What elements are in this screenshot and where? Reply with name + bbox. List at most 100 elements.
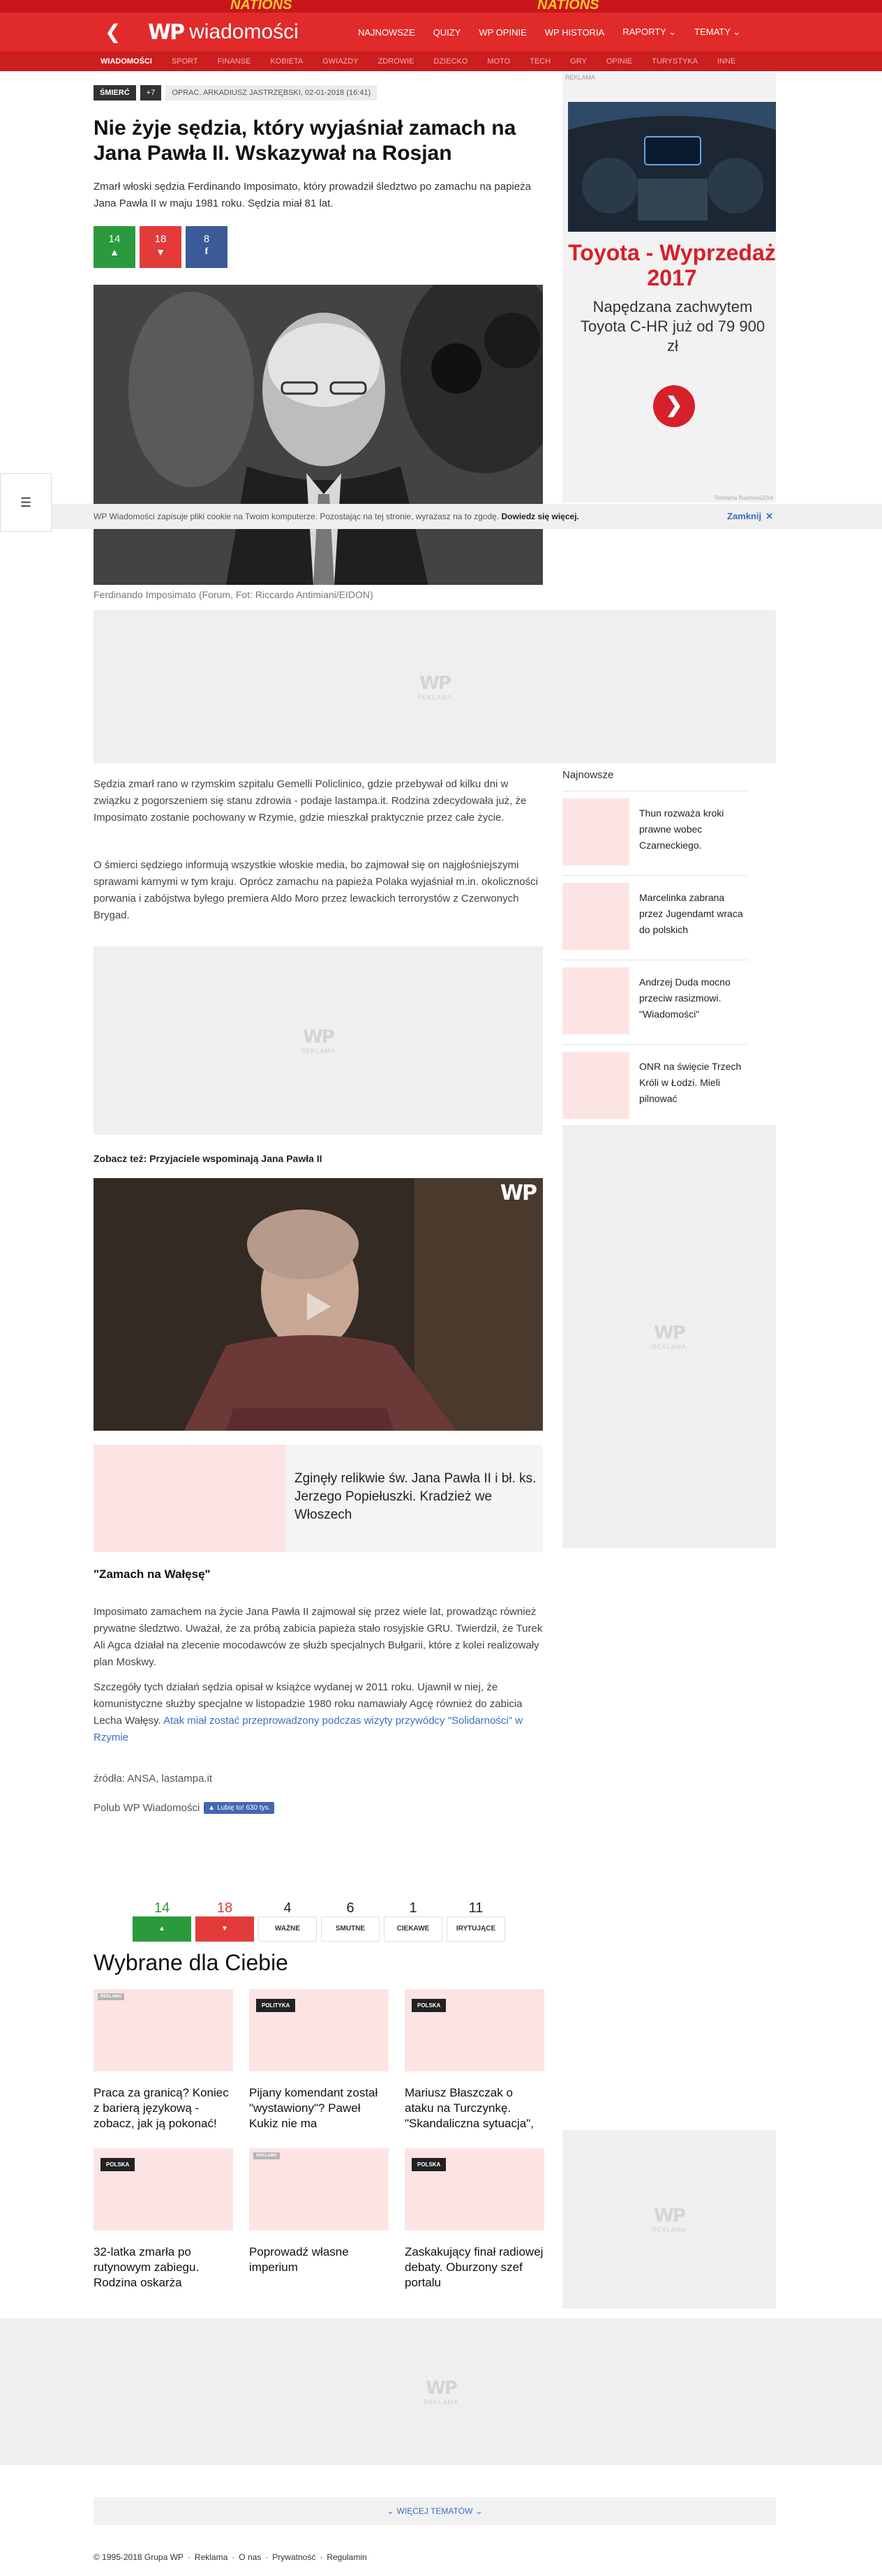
reaction-label: SMUTNE (321, 1916, 380, 1942)
nav-link-quizy[interactable]: QUIZY (424, 27, 470, 38)
footer-link-reklama[interactable]: Reklama (195, 2552, 227, 2562)
ad-footnote: Reklama Business2Dot (715, 495, 773, 501)
more-tags-badge[interactable]: +7 (140, 85, 162, 100)
logo-mark: WP (148, 20, 185, 45)
wp-logo-icon: WP (654, 2205, 686, 2226)
category-wiadomosci[interactable]: WIADOMOŚCI (91, 57, 162, 66)
site-logo[interactable]: WP wiadomości (148, 18, 299, 46)
reaction-count: 11 (468, 1900, 484, 1916)
nav-link-tematy[interactable]: TEMATY ⌄ (685, 27, 749, 38)
category-zdrowie[interactable]: ZDROWIE (368, 57, 424, 66)
ad-label: REKLAMA (565, 74, 596, 81)
more-topics-button[interactable]: ⌄ WIĘCEJ TEMATÓW ⌄ (94, 2497, 776, 2525)
cookie-learn-more-link[interactable]: Dowiedz się więcej. (502, 512, 579, 521)
cookie-close-button[interactable]: Zamknij ✕ (727, 511, 773, 522)
recommended-item[interactable]: POLSKA Zaskakujący finał radiowej debaty.… (405, 2148, 544, 2291)
category-gwiazdy[interactable]: GWIAZDY (313, 57, 368, 66)
category-kobieta[interactable]: KOBIETA (260, 57, 313, 66)
category-sport[interactable]: SPORT (162, 57, 208, 66)
category-tag[interactable]: ŚMIERĆ (94, 85, 136, 100)
recommended-item[interactable]: POLSKA Mariusz Błaszczak o ataku na Turcz… (405, 1989, 544, 2131)
news-title: Andrzej Duda mocno przeciw rasizmowi. "W… (639, 976, 731, 1020)
recommended-title: Poprowadź własne imperium (249, 2245, 349, 2274)
recommended-item[interactable]: REKLAMA Poprowadź własne imperium (249, 2148, 389, 2291)
reaction-ciekawe[interactable]: 1 CIEKAWE (384, 1900, 442, 1942)
thumbs-up-icon: ▲ (133, 1916, 191, 1942)
recommended-thumbnail: REKLAMA (249, 2148, 389, 2231)
category-dziecko[interactable]: DZIECKO (424, 57, 478, 66)
reaction-down[interactable]: 18 ▼ (195, 1900, 254, 1942)
sidebar-news-item[interactable]: Marcelinka zabrana przez Jugendamt wraca… (562, 883, 748, 950)
related-article-card[interactable]: Zginęły relikwie św. Jana Pawła II i bł.… (94, 1445, 543, 1552)
category-inne[interactable]: INNE (708, 57, 745, 66)
thumbs-down-icon: ▼ (156, 246, 165, 258)
wp-logo-icon: WP (654, 1323, 686, 1343)
footer-link-o-nas[interactable]: O nas (239, 2552, 261, 2562)
logo-text: wiadomości (189, 20, 299, 43)
category-moto[interactable]: MOTO (477, 57, 520, 66)
photo-caption: Ferdinando Imposimato (Forum, Fot: Ricca… (94, 589, 373, 600)
recommended-title: 32-latka zmarła po rutynowym zabiegu. Ro… (94, 2245, 200, 2289)
vote-down-count: 18 (154, 233, 167, 245)
see-also-heading: Zobacz też: Przyjaciele wspominają Jana … (94, 1153, 322, 1164)
news-title: Marcelinka zabrana przez Jugendamt wraca… (639, 892, 743, 935)
section-heading: "Zamach na Wałęsę" (94, 1568, 211, 1581)
cookie-text: WP Wiadomości zapisuje pliki cookie na T… (94, 512, 579, 521)
category-turystyka[interactable]: TURYSTYKA (642, 57, 708, 66)
article-main-photo (94, 285, 543, 585)
vote-up-count: 14 (108, 233, 121, 245)
reaction-wazne[interactable]: 4 WAŻNE (258, 1900, 317, 1942)
ad-label: REKLAMA (300, 1048, 336, 1055)
footer-link-regulamin[interactable]: Regulamin (327, 2552, 366, 2562)
nav-link-raporty[interactable]: RAPORTY ⌄ (613, 27, 685, 38)
category-tech[interactable]: TECH (520, 57, 560, 66)
recommended-item[interactable]: POLSKA 32-latka zmarła po rutynowym zabie… (94, 2148, 233, 2291)
sidebar-news-item[interactable]: ONR na święcie Trzech Króli w Łodzi. Mie… (562, 1052, 748, 1119)
facebook-like-label: Lubię to! 630 tys. (217, 1804, 271, 1812)
news-title: ONR na święcie Trzech Króli w Łodzi. Mie… (639, 1061, 742, 1104)
reaction-count: 1 (409, 1900, 417, 1916)
vote-down-button[interactable]: 18 ▼ (140, 226, 181, 268)
facebook-like-row: Polub WP Wiadomości ▲ Lubię to! 630 tys. (94, 1802, 275, 1814)
reaction-up[interactable]: 14 ▲ (133, 1900, 191, 1942)
recommended-title: Pijany komendant został "wystawiony"? Pa… (249, 2086, 378, 2130)
recommended-title: Praca za granicą? Koniec z barierą język… (94, 2086, 229, 2130)
reaction-irytujace[interactable]: 11 IRYTUJĄCE (447, 1900, 505, 1942)
recommended-item[interactable]: POLITYKA Pijany komendant został "wystawi… (249, 1989, 389, 2131)
facebook-share-button[interactable]: 8f (186, 226, 227, 268)
recommended-tag: REKLAMA (253, 2152, 280, 2159)
category-gry[interactable]: GRY (560, 57, 597, 66)
article-meta: ŚMIERĆ +7 OPRAC. ARKADIUSZ JASTRZĘBSKI, … (94, 85, 540, 100)
nav-link-wp-historia[interactable]: WP HISTORIA (536, 27, 613, 38)
facebook-share-count: 8 (203, 233, 210, 245)
recommended-thumbnail: POLSKA (94, 2148, 233, 2231)
cookie-close-label: Zamknij (727, 511, 762, 521)
sidebar-ad-placeholder: WP REKLAMA (562, 1125, 776, 1548)
recommended-item[interactable]: REKLAMA Praca za granicą? Koniec z barier… (94, 1989, 233, 2131)
side-ad-toyota[interactable]: REKLAMA Toyota - Wyprzedaż 2017 Napędzan… (562, 73, 776, 502)
recommended-thumbnail: POLSKA (405, 2148, 544, 2231)
vote-up-button[interactable]: 14 ▲ (94, 226, 135, 268)
ad-label: REKLAMA (423, 2399, 458, 2406)
footer-link-prywatnosc[interactable]: Prywatność (272, 2552, 315, 2562)
separator: · (187, 2552, 190, 2562)
category-opinie[interactable]: OPINIE (597, 57, 642, 66)
ad-arrow-button[interactable]: ❯ (653, 385, 695, 427)
sidebar-news-item[interactable]: Thun rozważa kroki prawne wobec Czarneck… (562, 798, 748, 865)
photo-illustration (94, 285, 543, 585)
separator: · (320, 2552, 323, 2562)
reaction-count: 18 (216, 1900, 233, 1916)
ad-label: REKLAMA (651, 1343, 687, 1350)
sidebar-news-item[interactable]: Andrzej Duda mocno przeciw rasizmowi. "W… (562, 967, 748, 1034)
nav-link-najnowsze[interactable]: NAJNOWSZE (349, 27, 424, 38)
nav-link-wp-opinie[interactable]: WP OPINIE (470, 27, 535, 38)
top-ad-banner[interactable]: NATIONS NATIONS (0, 0, 882, 13)
category-finanse[interactable]: FINANSE (208, 57, 261, 66)
ad-label: REKLAMA (417, 694, 452, 701)
facebook-like-button[interactable]: ▲ Lubię to! 630 tys. (204, 1802, 275, 1814)
back-arrow-icon[interactable]: ❮ (105, 22, 123, 42)
facebook-icon: f (204, 246, 209, 257)
reaction-smutne[interactable]: 6 SMUTNE (321, 1900, 380, 1942)
video-player[interactable]: WP (94, 1178, 543, 1431)
floating-sidebar-tab[interactable]: ☰ (0, 473, 52, 532)
